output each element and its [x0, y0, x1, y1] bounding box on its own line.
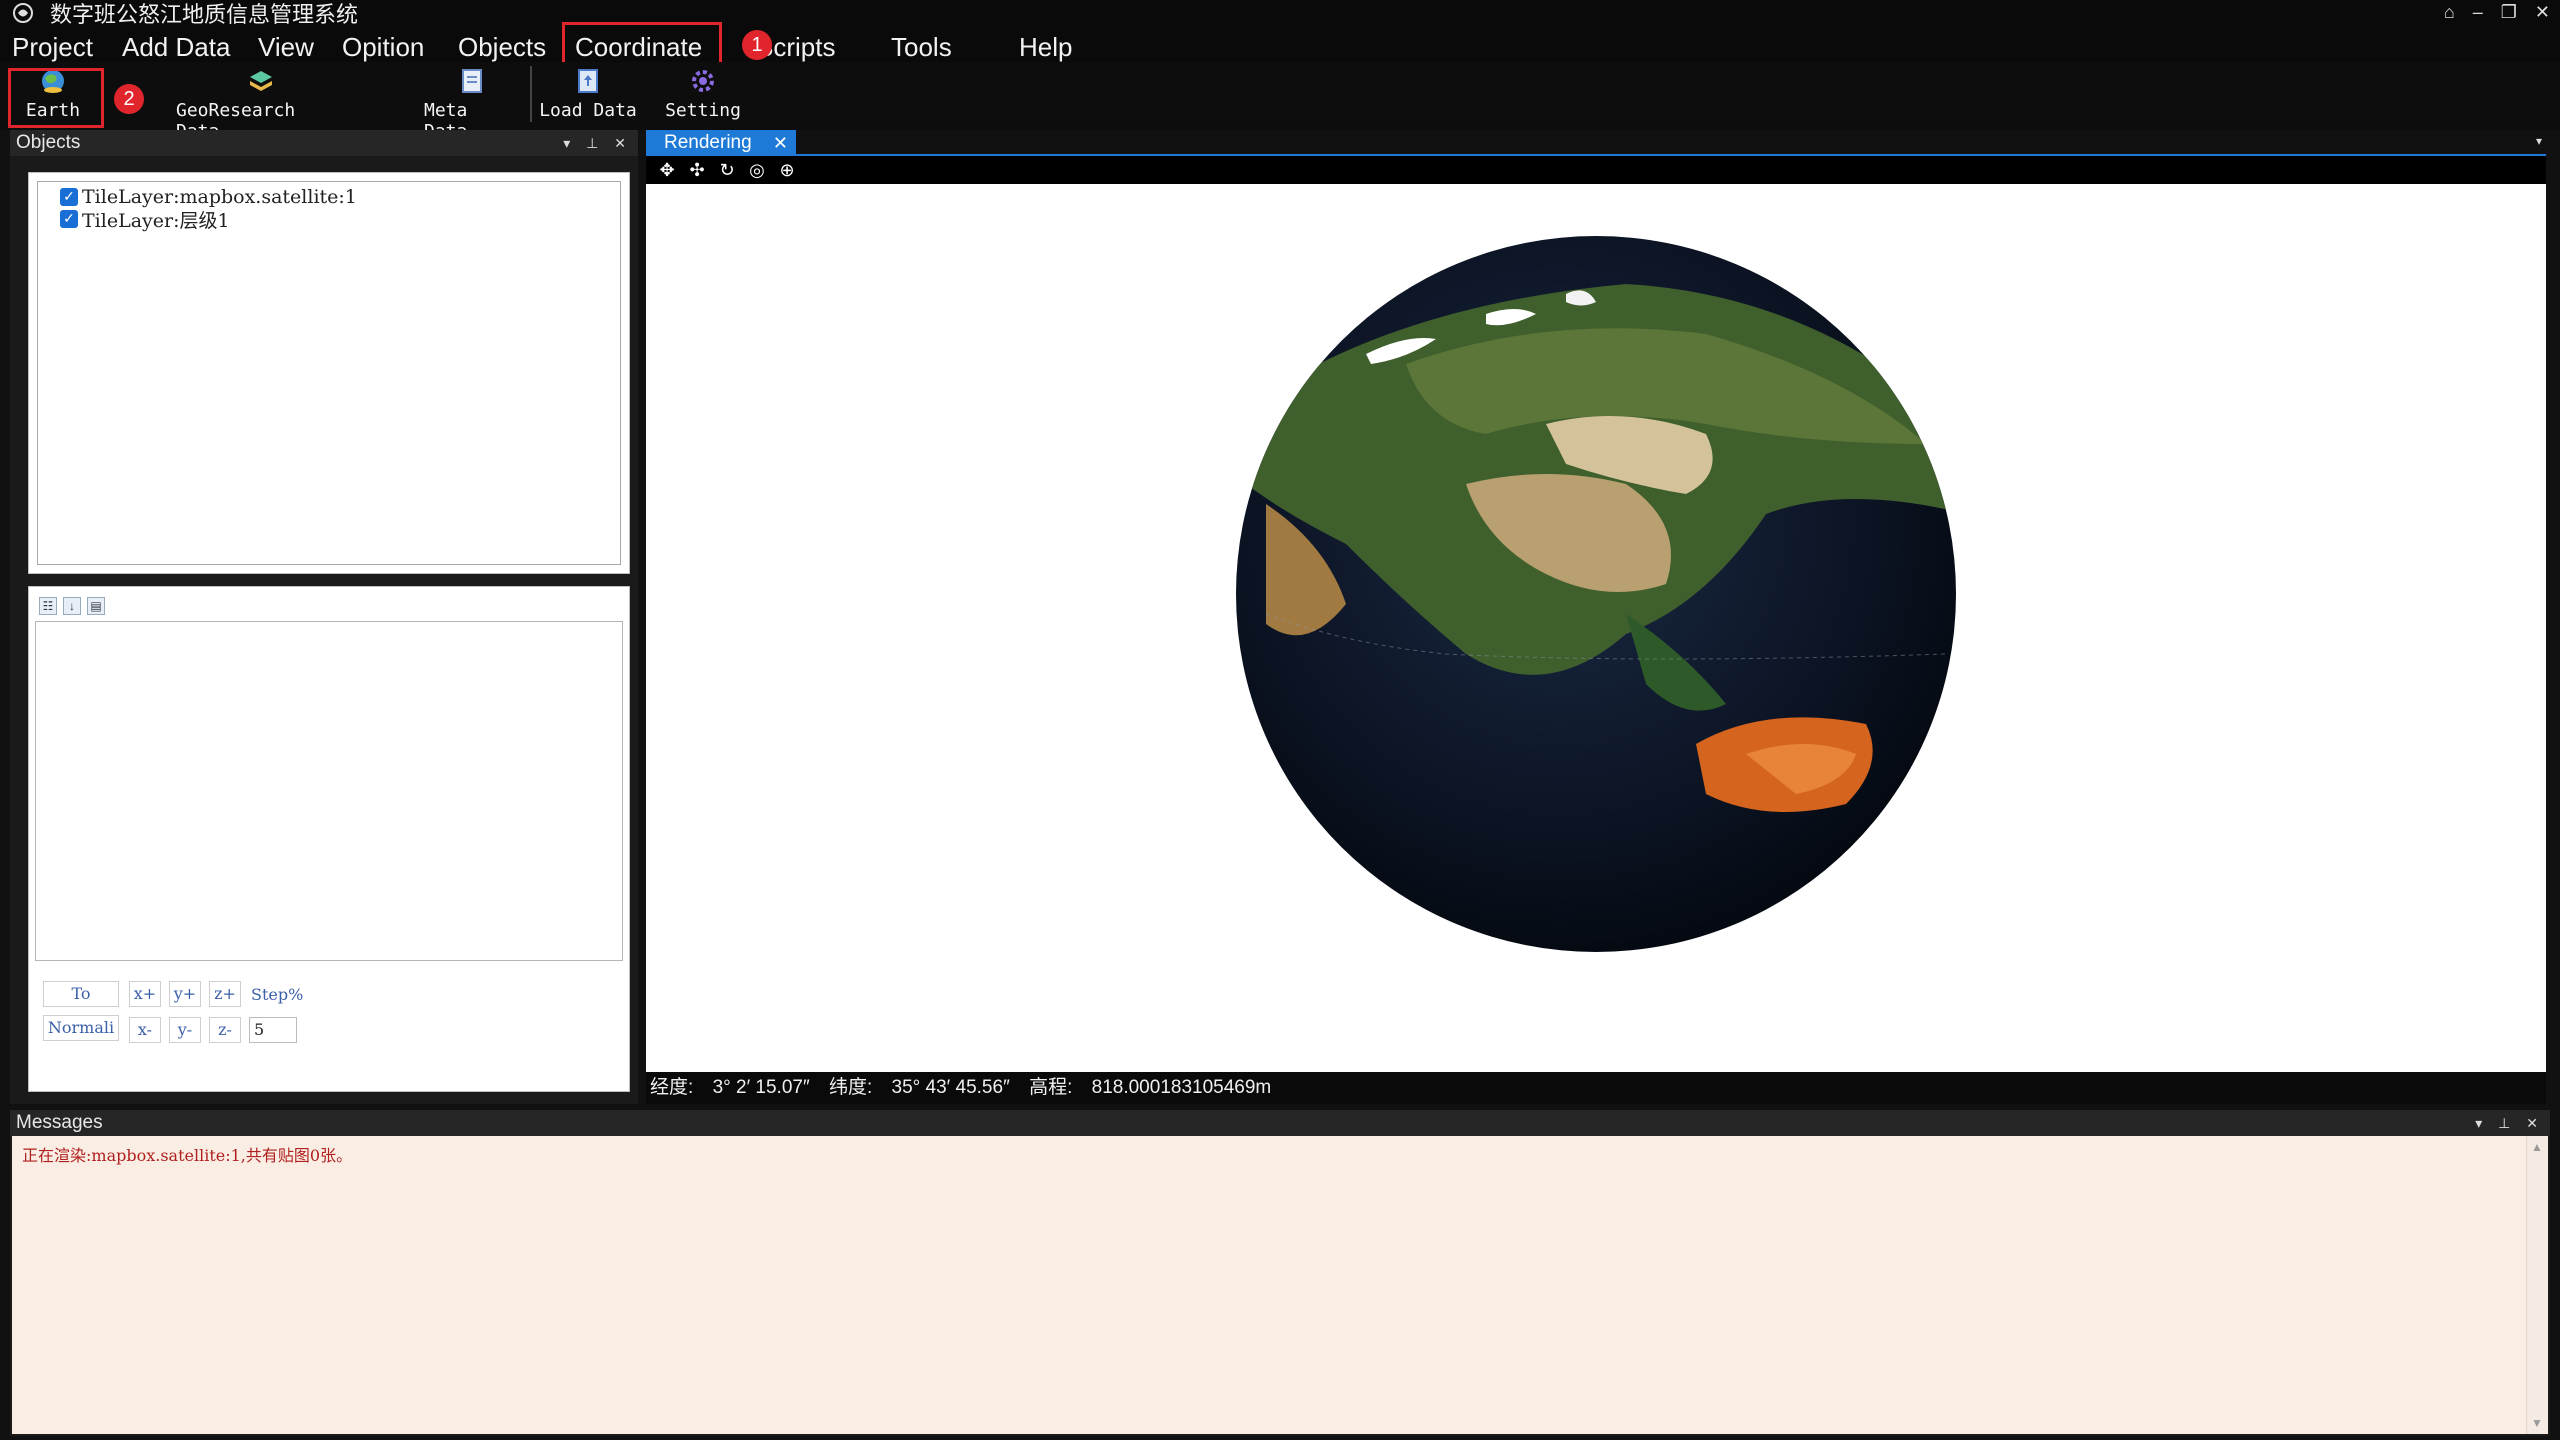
app-window: 数字班公怒江地质信息管理系统 ⌂ – ❐ ✕ Project Add Data …: [0, 0, 2560, 1440]
document-icon: [459, 68, 485, 94]
to-button[interactable]: To: [43, 981, 119, 1007]
window-controls: ⌂ – ❐ ✕: [2444, 2, 2550, 23]
normalize-button[interactable]: Normali: [43, 1015, 119, 1041]
load-data-button[interactable]: Load Data: [538, 68, 638, 126]
menu-view[interactable]: View: [258, 32, 314, 62]
latitude-value: 35° 43′ 45.56″: [891, 1077, 1010, 1098]
menu-tools[interactable]: Tools: [891, 32, 952, 62]
layer-checkbox[interactable]: ✓: [60, 188, 78, 206]
window-title: 数字班公怒江地质信息管理系统: [50, 3, 359, 28]
menu-add-data[interactable]: Add Data: [122, 32, 230, 62]
layers-icon: [248, 68, 274, 94]
x-minus-button[interactable]: x-: [129, 1017, 161, 1043]
title-bar: 数字班公怒江地质信息管理系统 ⌂ – ❐ ✕: [0, 0, 2560, 28]
close-button[interactable]: ✕: [2535, 2, 2550, 23]
earth-highlight-box: [8, 68, 104, 128]
orbit-icon[interactable]: ◎: [746, 159, 768, 181]
latitude-label: 纬度:: [828, 1077, 873, 1098]
menu-objects[interactable]: Objects: [458, 32, 546, 62]
georesearch-data-button[interactable]: GeoResearch Data: [176, 68, 346, 142]
restore-button[interactable]: ❐: [2501, 2, 2517, 23]
property-panel: ☷ ↓ ▤ To x+ y+ z+ Step% Normali x- y- z-…: [28, 586, 630, 1092]
setting-label: Setting: [665, 100, 741, 121]
move-icon[interactable]: ✣: [686, 159, 708, 181]
pan-icon[interactable]: ✥: [656, 159, 678, 181]
layer-name: TileLayer:层级1: [82, 209, 230, 232]
document-tab-strip: Rendering ✕ ▾: [646, 130, 2546, 156]
y-plus-button[interactable]: y+: [169, 981, 201, 1007]
globe[interactable]: [646, 184, 2546, 1072]
messages-panel: Messages ▾ ⊥ ✕ 正在渲染:mapbox.satellite:1,共…: [10, 1110, 2550, 1436]
coordinate-highlight-box: [562, 22, 722, 66]
longitude-value: 3° 2′ 15.07″: [712, 1077, 810, 1098]
upload-file-icon: [575, 68, 601, 94]
load-data-label: Load Data: [539, 100, 637, 121]
z-plus-button[interactable]: z+: [209, 981, 241, 1007]
z-minus-button[interactable]: z-: [209, 1017, 241, 1043]
tab-rendering[interactable]: Rendering ✕: [646, 130, 796, 156]
objects-panel-header: Objects ▾ ⊥ ✕: [10, 130, 638, 156]
close-tab-icon[interactable]: ✕: [773, 130, 788, 156]
setting-button[interactable]: Setting: [660, 68, 746, 126]
panel-controls[interactable]: ▾ ⊥ ✕: [2475, 1110, 2544, 1136]
menu-opition[interactable]: Opition: [342, 32, 424, 62]
gear-icon: [690, 68, 716, 94]
property-pages-icon[interactable]: ▤: [87, 597, 105, 615]
rotate-icon[interactable]: ↻: [716, 159, 738, 181]
tab-rendering-label: Rendering: [664, 132, 752, 153]
messages-panel-title: Messages: [16, 1112, 103, 1133]
altitude-value: 818.000183105469m: [1091, 1077, 1272, 1098]
app-logo-icon: [10, 0, 36, 26]
layer-checkbox[interactable]: ✓: [60, 210, 78, 228]
categorized-icon[interactable]: ☷: [39, 597, 57, 615]
target-icon[interactable]: ⊕: [776, 159, 798, 181]
toolbar-separator: [530, 66, 532, 122]
meta-data-button[interactable]: Meta Data: [424, 68, 520, 142]
layer-tree-item[interactable]: ✓ TileLayer:层级1: [60, 208, 230, 232]
minimize-button[interactable]: –: [2473, 2, 2483, 23]
layer-tree-container: ✓ TileLayer:mapbox.satellite:1 ✓ TileLay…: [28, 172, 630, 574]
messages-panel-header: Messages ▾ ⊥ ✕: [10, 1110, 2550, 1136]
tab-dropdown-icon[interactable]: ▾: [2536, 134, 2542, 148]
y-minus-button[interactable]: y-: [169, 1017, 201, 1043]
messages-log[interactable]: 正在渲染:mapbox.satellite:1,共有贴图0张。 ▲ ▼: [12, 1136, 2548, 1434]
scroll-up-icon[interactable]: ▲: [2531, 1140, 2543, 1154]
objects-panel: Objects ▾ ⊥ ✕ ✓ TileLayer:mapbox.satelli…: [10, 130, 638, 1104]
panel-controls[interactable]: ▾ ⊥ ✕: [563, 130, 632, 156]
property-grid[interactable]: [35, 621, 623, 961]
longitude-label: 经度:: [650, 1077, 694, 1098]
step-label: Step%: [251, 985, 304, 1004]
step-input[interactable]: 5: [249, 1017, 297, 1043]
scroll-down-icon[interactable]: ▼: [2531, 1416, 2543, 1430]
objects-panel-title: Objects: [16, 132, 81, 153]
menu-bar: Project Add Data View Opition Objects Co…: [0, 22, 2560, 66]
coordinate-status-bar: 经度: 3° 2′ 15.07″ 纬度: 35° 43′ 45.56″ 高程: …: [646, 1072, 2546, 1104]
layer-tree: ✓ TileLayer:mapbox.satellite:1 ✓ TileLay…: [37, 181, 621, 565]
menu-project[interactable]: Project: [12, 32, 93, 62]
message-line: 正在渲染:mapbox.satellite:1,共有贴图0张。: [22, 1146, 353, 1165]
step-badge-1: 1: [742, 30, 772, 60]
navigation-toolbar: ✥ ✣ ↻ ◎ ⊕: [646, 156, 2546, 184]
render-viewport[interactable]: [646, 184, 2546, 1072]
x-plus-button[interactable]: x+: [129, 981, 161, 1007]
toolbar: Earth 2 GeoResearch Data Meta Data Load …: [0, 62, 2560, 142]
menu-help[interactable]: Help: [1019, 32, 1072, 62]
messages-scrollbar[interactable]: ▲ ▼: [2526, 1136, 2548, 1434]
sort-alpha-icon[interactable]: ↓: [63, 597, 81, 615]
skin-icon[interactable]: ⌂: [2444, 2, 2455, 23]
altitude-label: 高程:: [1029, 1077, 1073, 1098]
property-toolbar: ☷ ↓ ▤: [39, 595, 105, 617]
step-badge-2: 2: [114, 84, 144, 114]
